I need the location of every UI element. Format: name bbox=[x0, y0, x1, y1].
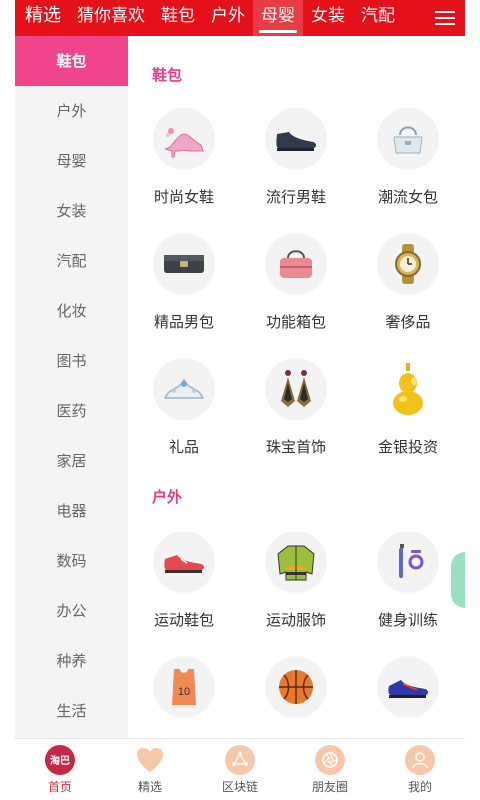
category-sidebar: 鞋包 户外 母婴 女装 汽配 化妆 图书 医药 家居 电器 数码 办公 种养 生… bbox=[15, 36, 128, 738]
cell-label: 礼品 bbox=[168, 438, 199, 456]
category-jewelry[interactable]: 珠宝首饰 bbox=[240, 358, 352, 457]
app-frame: 精选 猜你喜欢 鞋包 户外 母婴 女装 汽配 鞋包 户外 母婴 女装 汽配 化妆… bbox=[15, 0, 465, 800]
cell-label: 珠宝首饰 bbox=[265, 438, 326, 456]
nav-blockchain[interactable]: 区块链 bbox=[195, 739, 285, 800]
earrings-icon bbox=[265, 358, 327, 420]
camera-shutter-icon bbox=[315, 744, 345, 775]
sidebar-item-appliances[interactable]: 电器 bbox=[15, 486, 128, 536]
cell-label: 金银投资 bbox=[377, 438, 438, 456]
sidebar-item-womens-wear[interactable]: 女装 bbox=[15, 186, 128, 236]
mens-shoe-icon bbox=[265, 108, 327, 170]
sidebar-item-digital[interactable]: 数码 bbox=[15, 536, 128, 586]
running-shoe-icon bbox=[377, 656, 439, 718]
cell-label: 健身训练 bbox=[377, 611, 438, 629]
nav-label: 首页 bbox=[47, 779, 72, 794]
tab-jingxuan[interactable]: 精选 bbox=[15, 0, 69, 36]
tab-womens-wear[interactable]: 女装 bbox=[303, 0, 353, 36]
cell-label: 流行男鞋 bbox=[265, 188, 326, 206]
wallet-icon bbox=[153, 233, 215, 295]
category-women-shoes[interactable]: 时尚女鞋 bbox=[128, 108, 240, 207]
sidebar-item-outdoor[interactable]: 户外 bbox=[15, 86, 128, 136]
category-jersey[interactable]: 10 bbox=[128, 656, 240, 734]
category-luxury[interactable]: 奢侈品 bbox=[352, 233, 464, 332]
sidebar-item-cosmetics[interactable]: 化妆 bbox=[15, 286, 128, 336]
top-category-tabs: 精选 猜你喜欢 鞋包 户外 母婴 女装 汽配 bbox=[15, 0, 465, 36]
nav-featured[interactable]: 精选 bbox=[105, 739, 195, 800]
nav-mine[interactable]: 我的 bbox=[375, 739, 465, 800]
nav-label: 我的 bbox=[407, 779, 432, 794]
nav-home[interactable]: 淘巴 首页 bbox=[15, 739, 105, 800]
heart-icon bbox=[135, 745, 165, 775]
jersey-icon: 10 bbox=[153, 656, 215, 718]
nav-label: 精选 bbox=[137, 779, 162, 794]
bottom-navigation: 淘巴 首页 精选 区块链 朋友圈 我的 bbox=[15, 738, 465, 800]
category-men-bags[interactable]: 精品男包 bbox=[128, 233, 240, 332]
watch-icon bbox=[377, 233, 439, 295]
basketball-icon bbox=[265, 656, 327, 718]
nav-moments[interactable]: 朋友圈 bbox=[285, 739, 375, 800]
section-title-outdoor: 户外 bbox=[152, 488, 183, 506]
handbag-icon bbox=[377, 108, 439, 170]
tab-auto-parts[interactable]: 汽配 bbox=[353, 0, 403, 36]
tab-outdoor[interactable]: 户外 bbox=[203, 0, 253, 36]
high-heel-icon bbox=[153, 108, 215, 170]
section-title-shoes-bags: 鞋包 bbox=[152, 66, 183, 84]
jacket-icon bbox=[265, 531, 327, 593]
category-men-shoes[interactable]: 流行男鞋 bbox=[240, 108, 352, 207]
fitness-icon bbox=[377, 531, 439, 593]
cell-label: 功能箱包 bbox=[265, 313, 326, 331]
sidebar-item-medicine[interactable]: 医药 bbox=[15, 386, 128, 436]
sidebar-item-shoes-bags[interactable]: 鞋包 bbox=[15, 36, 128, 86]
menu-icon[interactable] bbox=[425, 0, 465, 36]
sidebar-item-office[interactable]: 办公 bbox=[15, 586, 128, 636]
sidebar-item-mother-baby[interactable]: 母婴 bbox=[15, 136, 128, 186]
cell-label: 时尚女鞋 bbox=[153, 188, 214, 206]
sidebar-item-books[interactable]: 图书 bbox=[15, 336, 128, 386]
category-running-shoes[interactable] bbox=[352, 656, 464, 734]
floating-drawer-handle[interactable] bbox=[451, 552, 465, 608]
blockchain-icon bbox=[225, 744, 255, 775]
category-content: 鞋包 时尚女鞋 流行男鞋 潮流女包 精品男包 功能箱包 奢侈品 礼品 珠宝首饰 … bbox=[128, 36, 465, 738]
tab-guess-you-like[interactable]: 猜你喜欢 bbox=[69, 0, 153, 36]
tab-mother-baby[interactable]: 母婴 bbox=[253, 0, 303, 36]
home-logo-icon: 淘巴 bbox=[45, 744, 75, 775]
category-fitness[interactable]: 健身训练 bbox=[352, 531, 464, 630]
category-gifts[interactable]: 礼品 bbox=[128, 358, 240, 457]
tab-shoes-bags[interactable]: 鞋包 bbox=[153, 0, 203, 36]
sidebar-item-auto-parts[interactable]: 汽配 bbox=[15, 236, 128, 286]
category-sportswear[interactable]: 运动服饰 bbox=[240, 531, 352, 630]
gold-ornament-icon bbox=[377, 358, 439, 420]
sneaker-icon bbox=[153, 531, 215, 593]
sidebar-item-life[interactable]: 生活 bbox=[15, 686, 128, 736]
category-basketball[interactable] bbox=[240, 656, 352, 734]
cell-label: 运动服饰 bbox=[265, 611, 326, 629]
cell-label: 奢侈品 bbox=[385, 313, 431, 331]
category-women-bags[interactable]: 潮流女包 bbox=[352, 108, 464, 207]
travel-bag-icon bbox=[265, 233, 327, 295]
nav-label: 朋友圈 bbox=[311, 779, 348, 794]
jersey-number: 10 bbox=[178, 686, 190, 698]
user-icon bbox=[405, 744, 435, 775]
category-luggage[interactable]: 功能箱包 bbox=[240, 233, 352, 332]
cell-label: 精品男包 bbox=[153, 313, 214, 331]
category-sports-shoes-bags[interactable]: 运动鞋包 bbox=[128, 531, 240, 630]
cell-label: 潮流女包 bbox=[377, 188, 438, 206]
sidebar-item-home[interactable]: 家居 bbox=[15, 436, 128, 486]
category-gold-silver[interactable]: 金银投资 bbox=[352, 358, 464, 457]
nav-label: 区块链 bbox=[221, 779, 258, 794]
cell-label: 运动鞋包 bbox=[153, 611, 214, 629]
tiara-icon bbox=[153, 358, 215, 420]
sidebar-item-farming[interactable]: 种养 bbox=[15, 636, 128, 686]
